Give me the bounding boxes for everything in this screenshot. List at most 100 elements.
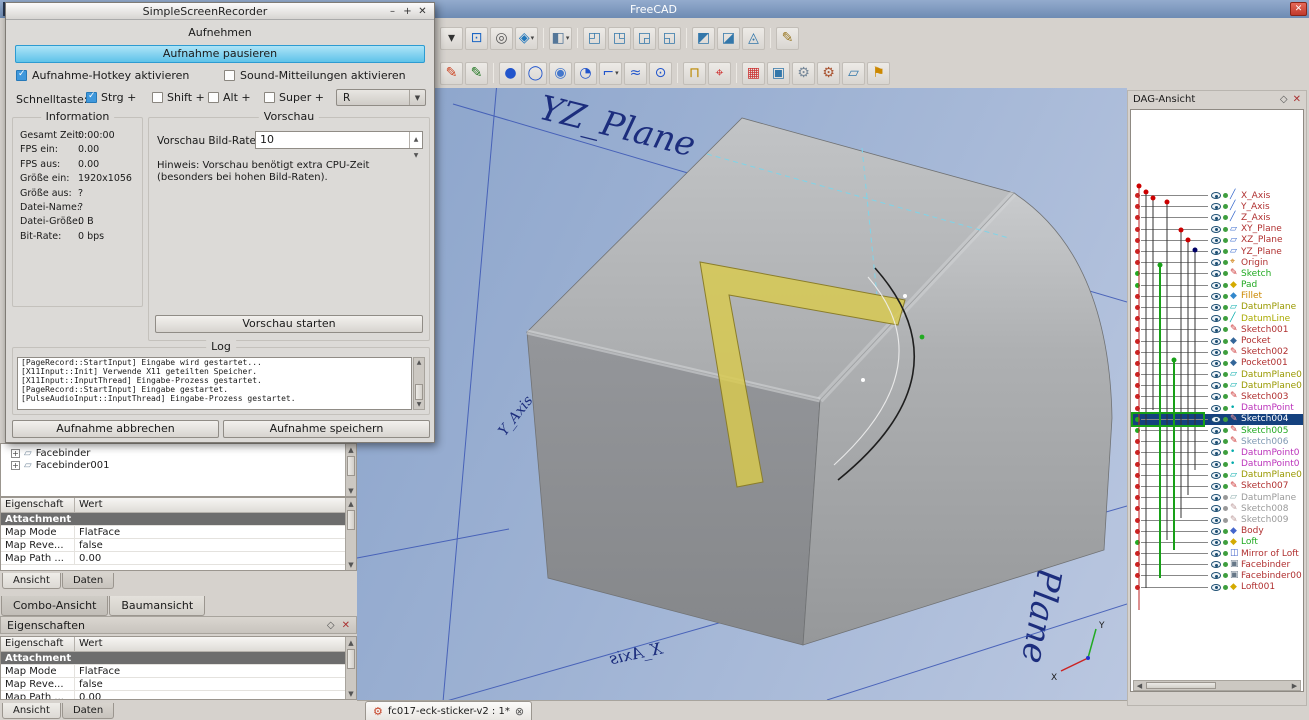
visibility-eye-icon[interactable]	[1211, 214, 1221, 221]
visibility-eye-icon[interactable]	[1211, 393, 1221, 400]
chevron-down-icon[interactable]: ▼	[409, 90, 425, 105]
dag-item[interactable]: ▱XZ_Plane	[1131, 235, 1303, 246]
hotkey-enable-checkbox[interactable]: Aufnahme-Hotkey aktivieren	[16, 69, 189, 82]
visibility-eye-icon[interactable]	[1211, 203, 1221, 210]
property-row[interactable]: Map ModeFlatFace	[1, 526, 345, 539]
scroll-up-icon[interactable]	[346, 498, 356, 509]
dag-item[interactable]: ✎Sketch005	[1131, 425, 1303, 436]
flag-button[interactable]: ⚑	[867, 62, 890, 85]
property-row[interactable]: Map Reve...false	[1, 539, 345, 552]
checkbox-icon[interactable]	[16, 70, 27, 81]
dag-item[interactable]: ◆Fillet	[1131, 291, 1303, 302]
scroll-track[interactable]	[414, 367, 424, 400]
workbench-dropdown-button[interactable]: ▾	[440, 27, 463, 50]
scroll-right-icon[interactable]	[1289, 681, 1300, 690]
visibility-eye-icon[interactable]	[1211, 572, 1221, 579]
dag-item[interactable]: ▱DatumPlane	[1131, 302, 1303, 313]
visibility-eye-icon[interactable]	[1211, 304, 1221, 311]
dag-horizontal-scrollbar[interactable]	[1133, 680, 1301, 691]
checkbox-icon[interactable]	[86, 92, 97, 103]
dag-item[interactable]: ╱X_Axis	[1131, 190, 1303, 201]
dag-item[interactable]: ╱Z_Axis	[1131, 212, 1303, 223]
visibility-eye-icon[interactable]	[1211, 226, 1221, 233]
fit-all-button[interactable]: ⊡	[465, 27, 488, 50]
visibility-eye-icon[interactable]	[1211, 349, 1221, 356]
hotkey-mod[interactable]: Alt +	[208, 91, 251, 104]
visibility-eye-icon[interactable]	[1211, 517, 1221, 524]
scroll-left-icon[interactable]	[1134, 681, 1145, 690]
property-row[interactable]: Map Path ...0.00	[1, 691, 345, 700]
dag-item[interactable]: ▱DatumPlane0	[1131, 369, 1303, 380]
draw-style-button[interactable]: ◧▾	[549, 27, 572, 50]
create-sketch-button[interactable]: ✎	[440, 62, 463, 85]
dag-panel-header[interactable]: DAG-Ansicht ◇ ✕	[1128, 91, 1306, 108]
ellipse-button[interactable]: ◯	[524, 62, 547, 85]
sketch-point-white-2[interactable]	[861, 378, 865, 382]
dag-item[interactable]: ▱DatumPlane0	[1131, 470, 1303, 481]
column-eigenschaft[interactable]: Eigenschaft	[1, 498, 75, 512]
viewport-canvas[interactable]: Y X	[357, 88, 1127, 700]
dag-item[interactable]: ◆Body	[1131, 526, 1303, 537]
scroll-track[interactable]	[1145, 681, 1289, 690]
visibility-eye-icon[interactable]	[1211, 192, 1221, 199]
scroll-down-icon[interactable]	[346, 688, 356, 699]
model-tree[interactable]: +▱Facebinder+▱Facebinder001	[0, 443, 357, 497]
edit-sketch-button[interactable]: ✎	[465, 62, 488, 85]
visibility-eye-icon[interactable]	[1211, 360, 1221, 367]
zoom-button[interactable]: ◎	[490, 27, 513, 50]
dag-item[interactable]: ✎Sketch002	[1131, 347, 1303, 358]
property-scrollbar[interactable]	[345, 637, 356, 699]
column-eigenschaft[interactable]: Eigenschaft	[1, 637, 75, 651]
checkbox-icon[interactable]	[224, 70, 235, 81]
visibility-eye-icon[interactable]	[1211, 550, 1221, 557]
float-panel-icon[interactable]: ◇	[1280, 94, 1288, 105]
dag-item[interactable]: ✎Sketch003	[1131, 391, 1303, 402]
sound-notify-checkbox[interactable]: Sound-Mitteilungen aktivieren	[224, 69, 406, 82]
bspline-button[interactable]: ≈	[624, 62, 647, 85]
property-scrollbar[interactable]	[345, 498, 356, 570]
sketch-point-green[interactable]	[920, 335, 925, 340]
hotkey-key-select[interactable]: R ▼	[336, 89, 426, 106]
visibility-eye-icon[interactable]	[1211, 494, 1221, 501]
visibility-eye-icon[interactable]	[1211, 405, 1221, 412]
dag-item[interactable]: ◫Mirror of Loft	[1131, 548, 1303, 559]
column-wert[interactable]: Wert	[75, 637, 345, 651]
tab-ansicht[interactable]: Ansicht	[2, 573, 61, 589]
dag-item[interactable]: ◆Loft	[1131, 537, 1303, 548]
viewport-3d[interactable]: YZ_Plane Y_Axis X_Axis Plane	[357, 88, 1127, 700]
view-axonometric-button[interactable]: ◬	[742, 27, 765, 50]
view-left-button[interactable]: ◪	[717, 27, 740, 50]
scroll-up-icon[interactable]	[414, 358, 424, 367]
visibility-eye-icon[interactable]	[1211, 293, 1221, 300]
scroll-thumb[interactable]	[1146, 682, 1216, 689]
log-scrollbar[interactable]	[413, 357, 425, 410]
scroll-down-icon[interactable]	[346, 485, 356, 496]
dag-item[interactable]: ✎Sketch	[1131, 268, 1303, 279]
view-isometric-button[interactable]: ◈▾	[515, 27, 538, 50]
scroll-thumb[interactable]	[347, 649, 355, 669]
visibility-eye-icon[interactable]	[1211, 259, 1221, 266]
visibility-eye-icon[interactable]	[1211, 371, 1221, 378]
visibility-eye-icon[interactable]	[1211, 270, 1221, 277]
hotkey-mod[interactable]: Shift +	[152, 91, 205, 104]
tab-daten[interactable]: Daten	[62, 573, 114, 589]
minimize-icon[interactable]: –	[385, 6, 400, 17]
dag-item[interactable]: ▱YZ_Plane	[1131, 246, 1303, 257]
tree-item[interactable]: +▱Facebinder001	[1, 459, 344, 471]
tab-baumansicht[interactable]: Baumansicht	[109, 596, 205, 616]
dag-item[interactable]: ▱DatumPlane0	[1131, 380, 1303, 391]
ssr-window[interactable]: SimpleScreenRecorder – + ✕ Aufnehmen Auf…	[5, 2, 435, 443]
visibility-eye-icon[interactable]	[1211, 416, 1221, 423]
sphere-button[interactable]: ◉	[549, 62, 572, 85]
document-tab[interactable]: ⚙ fc017-eck-sticker-v2 : 1* ⊗	[365, 701, 532, 720]
dag-item[interactable]: ▱DatumPlane	[1131, 492, 1303, 503]
visibility-eye-icon[interactable]	[1211, 584, 1221, 591]
dag-item[interactable]: ◆Pocket001	[1131, 358, 1303, 369]
dag-item[interactable]: •DatumPoint	[1131, 403, 1303, 414]
dag-item[interactable]: ▣Facebinder	[1131, 559, 1303, 570]
cancel-recording-button[interactable]: Aufnahme abbrechen	[12, 420, 219, 438]
pause-recording-button[interactable]: Aufnahme pausieren	[15, 45, 425, 63]
dag-item[interactable]: ✎Sketch009	[1131, 514, 1303, 525]
tab-daten[interactable]: Daten	[62, 703, 114, 719]
property-group-row[interactable]: Attachment	[1, 652, 345, 665]
